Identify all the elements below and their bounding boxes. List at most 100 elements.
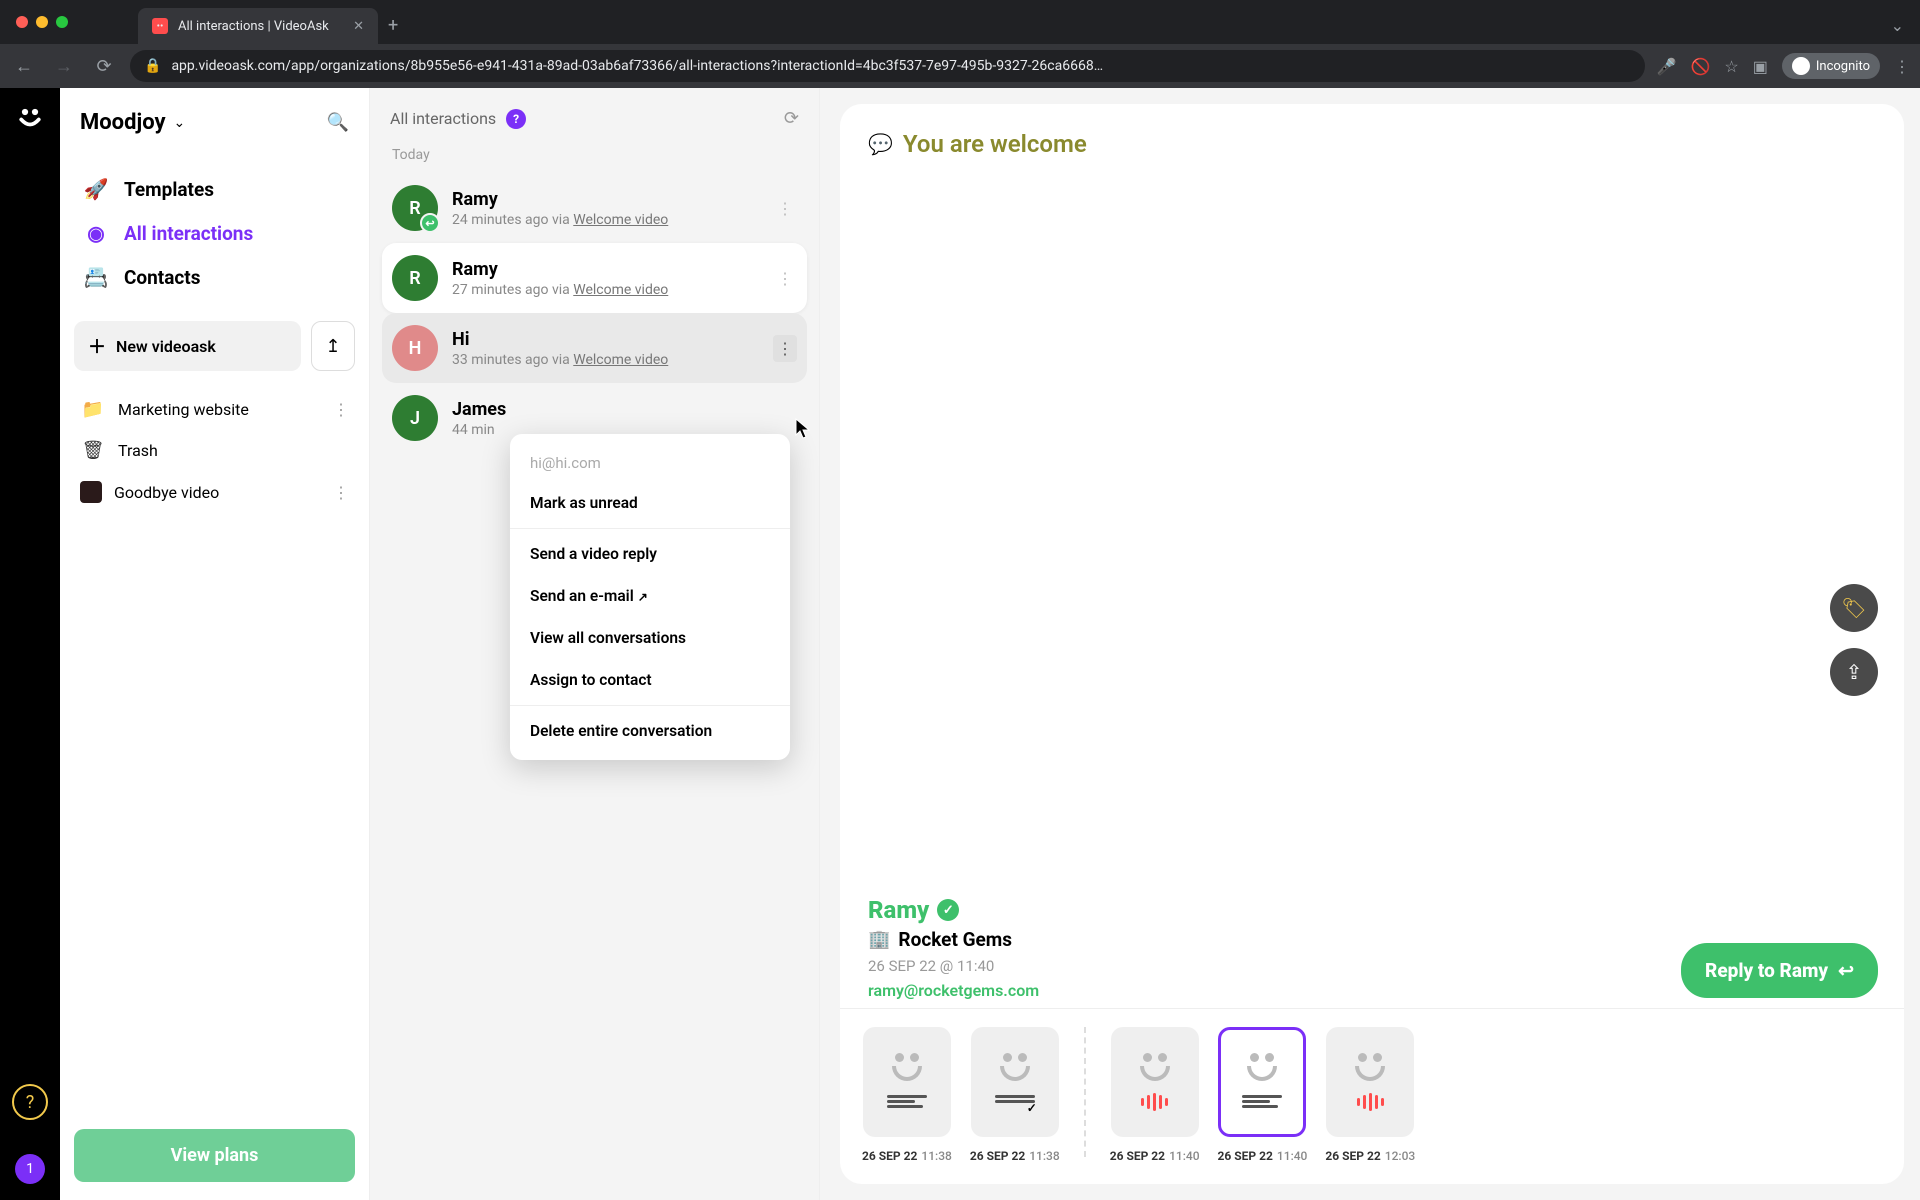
view-plans-button[interactable]: View plans: [74, 1129, 355, 1182]
menu-send-email[interactable]: Send an e-mail↗: [510, 575, 790, 617]
thumb-item[interactable]: 26 SEP 2211:40: [1110, 1027, 1200, 1164]
play-circle-icon: ◉: [82, 221, 110, 245]
card-meta: 27 minutes ago via Welcome video: [452, 282, 668, 298]
search-icon[interactable]: 🔍: [327, 112, 349, 133]
new-tab-button[interactable]: +: [388, 15, 398, 36]
url-text: app.videoask.com/app/organizations/8b955…: [171, 58, 1103, 74]
browser-tab[interactable]: •• All interactions | VideoAsk ✕: [138, 8, 378, 44]
share-button[interactable]: ⇪: [1830, 648, 1878, 696]
face-icon: [887, 1053, 927, 1083]
interaction-card[interactable]: R Ramy 27 minutes ago via Welcome video …: [382, 243, 807, 313]
thumb-caption: 26 SEP 2212:03: [1325, 1145, 1415, 1164]
interactions-header: All interactions ? ⟳: [382, 104, 807, 147]
menu-delete-conversation[interactable]: Delete entire conversation: [510, 710, 790, 752]
tabs-dropdown-icon[interactable]: ⌄: [1891, 16, 1904, 35]
chevron-down-icon: ⌄: [174, 115, 186, 131]
videoask-goodbye-video[interactable]: Goodbye video ⋮: [74, 471, 355, 513]
thumb-card[interactable]: [863, 1027, 951, 1137]
folder-label: Marketing website: [118, 400, 249, 419]
menu-divider: [510, 528, 790, 529]
thumb-group: 26 SEP 2211:38 26 SEP 2211:38: [862, 1027, 1060, 1164]
incognito-icon: [1792, 57, 1810, 75]
help-button[interactable]: ?: [12, 1084, 48, 1120]
nav-label: Templates: [124, 178, 214, 201]
replied-badge-icon: ↩: [420, 213, 440, 233]
forward-button[interactable]: →: [50, 56, 78, 77]
tab-title: All interactions | VideoAsk: [178, 19, 329, 34]
kebab-menu-icon[interactable]: ⋮: [1894, 57, 1910, 76]
face-icon: [995, 1053, 1035, 1083]
thumb-group: 26 SEP 2211:40 26 SEP 2211:40: [1110, 1027, 1416, 1164]
card-menu-icon[interactable]: ⋮: [773, 265, 797, 292]
message-row: 💬 You are welcome: [840, 104, 1904, 158]
thumb-item[interactable]: 26 SEP 2211:38: [862, 1027, 952, 1164]
sidebar: Moodjoy ⌄ 🔍 🚀 Templates ◉ All interactio…: [60, 88, 370, 1200]
menu-divider: [510, 705, 790, 706]
thumb-card[interactable]: [1326, 1027, 1414, 1137]
thumb-caption: 26 SEP 2211:40: [1110, 1145, 1200, 1164]
thumb-card-active[interactable]: [1218, 1027, 1306, 1137]
maximize-window-button[interactable]: [56, 16, 68, 28]
help-badge-icon[interactable]: ?: [506, 109, 526, 129]
card-menu-icon[interactable]: ⋮: [773, 335, 797, 362]
folder-marketing-website[interactable]: 📁 Marketing website ⋮: [74, 389, 355, 430]
reload-button[interactable]: ⟳: [90, 56, 118, 77]
thumb-caption: 26 SEP 2211:40: [1218, 1145, 1308, 1164]
address-bar[interactable]: 🔒 app.videoask.com/app/organizations/8b9…: [130, 50, 1645, 82]
thumb-item[interactable]: 26 SEP 2212:03: [1325, 1027, 1415, 1164]
back-button[interactable]: ←: [10, 56, 38, 77]
context-menu: hi@hi.com Mark as unread Send a video re…: [510, 434, 790, 760]
traffic-lights: [16, 16, 68, 28]
videoask-thumbnail: [80, 481, 102, 503]
folder-trash[interactable]: 🗑 Trash: [74, 430, 355, 471]
incognito-badge[interactable]: Incognito: [1782, 53, 1880, 79]
notification-count-badge[interactable]: 1: [15, 1154, 45, 1184]
building-icon: 🏢: [868, 929, 890, 950]
folder-menu-icon[interactable]: ⋮: [333, 400, 349, 419]
text-response-icon: [1242, 1093, 1282, 1111]
face-icon: [1242, 1053, 1282, 1083]
face-icon: [1135, 1053, 1175, 1083]
org-switcher[interactable]: Moodjoy ⌄ 🔍: [74, 106, 355, 139]
card-text: Hi 33 minutes ago via Welcome video: [452, 329, 668, 368]
menu-assign-to-contact[interactable]: Assign to contact: [510, 659, 790, 701]
nav-contacts[interactable]: 📇 Contacts: [74, 255, 355, 299]
verified-check-icon: ✓: [937, 899, 959, 921]
cursor-pointer-icon: [794, 418, 812, 440]
close-window-button[interactable]: [16, 16, 28, 28]
app-logo-icon[interactable]: [15, 102, 45, 132]
menu-mark-unread[interactable]: Mark as unread: [510, 482, 790, 524]
menu-email-label: hi@hi.com: [510, 442, 790, 482]
new-videoask-button[interactable]: ＋ New videoask: [74, 321, 301, 371]
panel-icon[interactable]: ▣: [1753, 57, 1768, 76]
mic-icon[interactable]: 🎤: [1657, 57, 1677, 76]
star-icon[interactable]: ☆: [1724, 57, 1738, 76]
import-button[interactable]: ↥: [311, 321, 355, 371]
videoask-menu-icon[interactable]: ⋮: [333, 483, 349, 502]
thumb-card[interactable]: [971, 1027, 1059, 1137]
face-icon: [1350, 1053, 1390, 1083]
card-menu-icon[interactable]: ⋮: [773, 195, 797, 222]
eye-off-icon[interactable]: 🚫: [1690, 57, 1710, 76]
reply-icon: ↩: [1838, 959, 1854, 982]
minimize-window-button[interactable]: [36, 16, 48, 28]
nav-all-interactions[interactable]: ◉ All interactions: [74, 211, 355, 255]
menu-view-all-conversations[interactable]: View all conversations: [510, 617, 790, 659]
tag-button[interactable]: 🏷: [1830, 584, 1878, 632]
interaction-card[interactable]: R ↩ Ramy 24 minutes ago via Welcome vide…: [382, 173, 807, 243]
nav-label: Contacts: [124, 266, 201, 289]
reply-button[interactable]: Reply to Ramy ↩: [1681, 943, 1878, 998]
nav-templates[interactable]: 🚀 Templates: [74, 167, 355, 211]
org-name: Moodjoy: [80, 110, 166, 135]
thumb-item[interactable]: 26 SEP 2211:38: [970, 1027, 1060, 1164]
interaction-card[interactable]: H Hi 33 minutes ago via Welcome video ⋮: [382, 313, 807, 383]
menu-send-video-reply[interactable]: Send a video reply: [510, 533, 790, 575]
detail-panel: 💬 You are welcome 🏷 ⇪ Ramy ✓ 🏢 Rocket Ge…: [820, 88, 1920, 1200]
thumb-item[interactable]: 26 SEP 2211:40: [1218, 1027, 1308, 1164]
refresh-icon[interactable]: ⟳: [784, 108, 799, 129]
card-text: Ramy 24 minutes ago via Welcome video: [452, 189, 668, 228]
floating-actions: 🏷 ⇪: [1830, 584, 1878, 696]
thumb-card[interactable]: [1111, 1027, 1199, 1137]
tab-close-icon[interactable]: ✕: [353, 19, 364, 34]
external-arrow-icon: ↗: [638, 590, 648, 604]
